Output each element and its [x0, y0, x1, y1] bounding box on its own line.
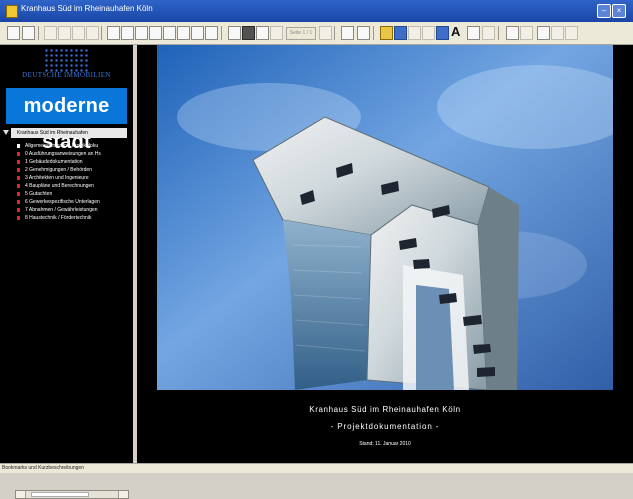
scroll-right-button[interactable] [118, 491, 128, 498]
select-icon[interactable] [228, 26, 241, 40]
document-view [137, 45, 633, 463]
scroll-thumb[interactable] [31, 492, 89, 497]
first-page-icon[interactable] [44, 26, 57, 40]
go-to-page-icon[interactable] [319, 26, 332, 40]
bookmark-bullet-icon [17, 208, 20, 212]
save-icon[interactable] [394, 26, 407, 40]
help-icon[interactable] [357, 26, 370, 40]
toolbar-separator [101, 26, 102, 40]
document-title-caption: Kranhaus Süd im Rheinauhafen Köln [309, 405, 461, 414]
toolbar-separator [334, 26, 335, 40]
copy-icon[interactable] [270, 26, 283, 40]
zoom-in-icon[interactable] [107, 26, 120, 40]
text-tool-icon[interactable]: A [451, 25, 460, 39]
open-folder-icon[interactable] [22, 26, 35, 40]
dropdown-arrow-icon[interactable] [482, 26, 495, 40]
document-date-caption: Stand: 11. Januar 2010 [359, 441, 411, 447]
two-page-icon[interactable] [177, 26, 190, 40]
expand-triangle-icon[interactable] [3, 130, 9, 135]
find-icon[interactable] [242, 26, 255, 40]
bookmark-bullet-icon [17, 152, 20, 156]
sidebar-panel: DEUTSCHE IMMOBILIEN moderne stadt Kranha… [0, 45, 133, 499]
highlighter-icon[interactable] [520, 26, 533, 40]
toolbar: Seite 1 / 1 A [0, 22, 633, 45]
bookmark-bullet-icon [17, 160, 20, 164]
previous-page-icon[interactable] [58, 26, 71, 40]
toolbar-separator [373, 26, 374, 40]
kranhaus-building-photo [157, 45, 613, 390]
toolbar-separator [221, 26, 222, 40]
page-number-input[interactable]: Seite 1 / 1 [286, 27, 316, 40]
single-page-icon[interactable] [163, 26, 176, 40]
toolbar-separator [498, 26, 499, 40]
pdf-app-icon [6, 5, 18, 18]
save-folder-icon[interactable] [380, 26, 393, 40]
scroll-left-button[interactable] [16, 491, 26, 498]
horizontal-scrollbar[interactable] [15, 490, 129, 499]
pan-icon[interactable] [551, 26, 564, 40]
logo-main-title: moderne stadt [6, 88, 127, 153]
bookmark-bullet-icon [17, 176, 20, 180]
toolbar-separator [38, 26, 39, 40]
globe-icon[interactable] [436, 26, 449, 40]
logo-brand-text: DEUTSCHE IMMOBILIEN [22, 71, 111, 79]
zoom-fit-icon[interactable] [135, 26, 148, 40]
pointer-icon[interactable] [537, 26, 550, 40]
zoom-out-icon[interactable] [121, 26, 134, 40]
measure-icon[interactable] [565, 26, 578, 40]
new-document-icon[interactable] [7, 26, 20, 40]
last-page-icon[interactable] [86, 26, 99, 40]
next-page-icon[interactable] [72, 26, 85, 40]
actual-size-icon[interactable] [149, 26, 162, 40]
rotate-icon[interactable] [191, 26, 204, 40]
bookmark-bullet-icon [17, 216, 20, 220]
print-icon[interactable] [341, 26, 354, 40]
email-icon[interactable] [408, 26, 421, 40]
pencil-icon[interactable] [506, 26, 519, 40]
window-title: Kranhaus Süd im Rheinauhafen Köln [21, 4, 153, 13]
cursor-icon[interactable] [256, 26, 269, 40]
bookmark-bullet-icon [17, 192, 20, 196]
refresh-icon[interactable] [205, 26, 218, 40]
bookmark-tree-title[interactable]: Kranhaus Süd im Rheinauhafen [3, 128, 127, 138]
attachment-icon[interactable] [422, 26, 435, 40]
bookmark-bullet-icon [17, 144, 20, 148]
rectangle-tool-icon[interactable] [467, 26, 480, 40]
minimize-button[interactable]: – [597, 4, 611, 18]
bookmark-bullet-icon [17, 200, 20, 204]
document-subtitle-caption: - Projektdokumentation - [330, 422, 440, 431]
bookmark-bullet-icon [17, 168, 20, 172]
bookmark-bullet-icon [17, 184, 20, 188]
title-bar: Kranhaus Süd im Rheinauhafen Köln – × [0, 0, 633, 22]
close-button[interactable]: × [612, 4, 626, 18]
